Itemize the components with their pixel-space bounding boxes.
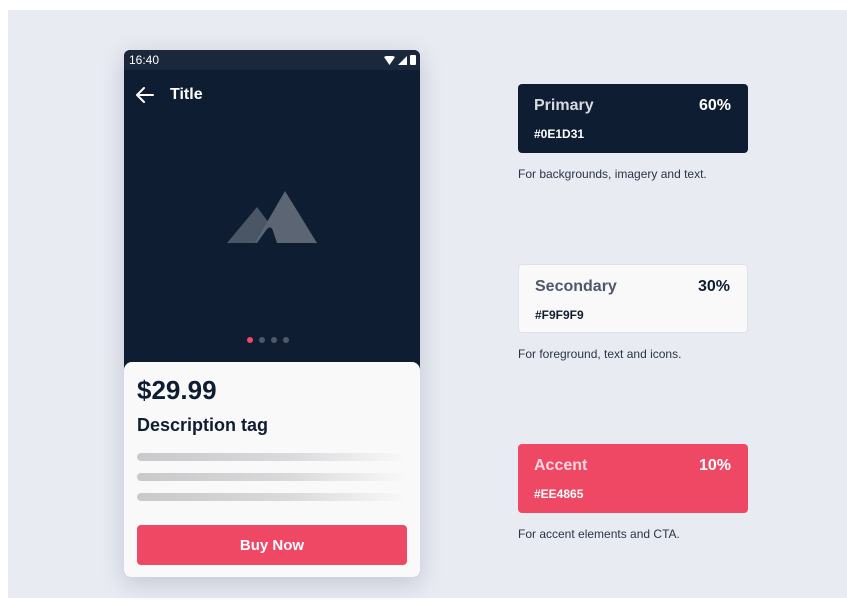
color-percent: 30% [697,278,730,295]
color-percent: 60% [698,97,731,114]
color-name: Accent [534,457,588,474]
wifi-icon [384,55,395,65]
text-placeholder-line [137,453,407,461]
color-hex: #F9F9F9 [535,308,584,322]
mountain-image-icon [227,191,317,243]
color-caption: For backgrounds, imagery and text. [518,167,707,181]
buy-now-button[interactable]: Buy Now [137,525,407,565]
color-hex: #EE4865 [534,487,584,501]
carousel-dot-active[interactable] [247,337,253,343]
text-placeholder-line [137,493,407,501]
color-name: Primary [534,97,594,114]
product-sheet: $29.99 Description tag Buy Now [124,362,420,577]
arrow-left-icon[interactable] [136,85,156,105]
secondary-color-card: Secondary 30% #F9F9F9 [518,264,748,333]
status-icons [384,55,416,65]
app-bar: Title [136,84,203,106]
color-caption: For accent elements and CTA. [518,527,680,541]
page-title: Title [170,86,203,103]
primary-color-card: Primary 60% #0E1D31 [518,84,748,153]
accent-color-card: Accent 10% #EE4865 [518,444,748,513]
color-hex: #0E1D31 [534,127,585,141]
product-description: Description tag [137,415,269,435]
signal-icon [398,55,407,65]
text-placeholder-line [137,473,407,481]
color-name: Secondary [535,278,617,295]
carousel-dot[interactable] [283,337,289,343]
product-price: $29.99 [137,375,217,405]
status-time: 16:40 [129,53,160,67]
carousel-dot[interactable] [271,337,277,343]
status-bar: 16:40 [124,50,420,70]
battery-icon [410,55,416,65]
color-percent: 10% [698,457,731,474]
color-caption: For foreground, text and icons. [518,347,682,361]
carousel-dot[interactable] [259,337,265,343]
carousel-indicator [247,337,289,343]
phone-mockup: 16:40 Title $29.99 Description tag Buy N… [124,50,420,577]
